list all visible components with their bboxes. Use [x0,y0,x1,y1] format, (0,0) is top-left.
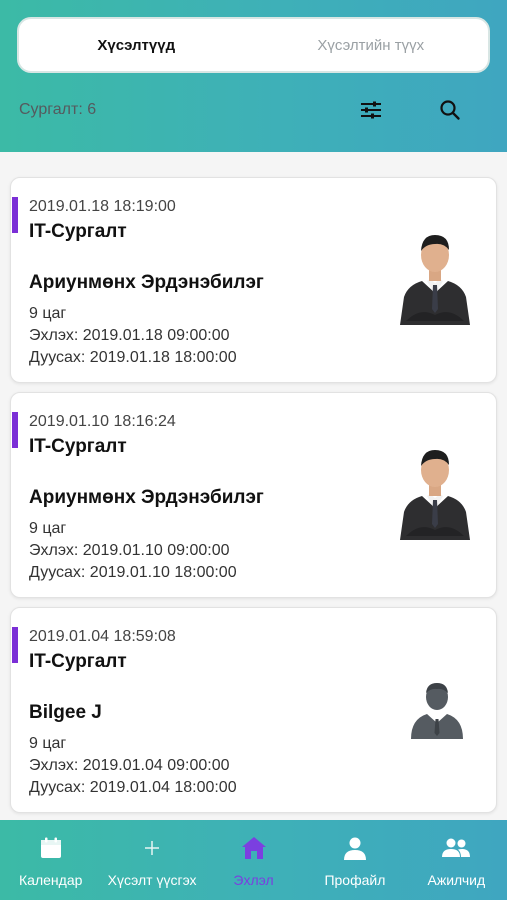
profile-icon [341,834,369,862]
tab-request-history[interactable]: Хүсэлтийн түүх [254,19,489,71]
request-title: IT-Сургалт [29,436,127,457]
request-list[interactable]: 2019.01.18 18:19:00 IT-Сургалт Ариунмөнх… [0,152,507,820]
employees-icon [442,834,471,862]
tab-requests[interactable]: Хүсэлтүүд [19,19,254,71]
avatar [396,438,474,540]
tab-calendar-label: Календар [19,872,83,888]
tab-create-request[interactable]: Хүсэлт үүсгэх [101,820,202,900]
header: Хүсэлтүүд Хүсэлтийн түүх Сургалт: 6 [0,0,507,152]
tab-employees-label: Ажилчид [427,872,486,888]
plus-icon [138,834,166,862]
request-date: 2019.01.18 18:19:00 [29,198,176,215]
bottom-tab-bar: Календар Хүсэлт үүсгэх Эхлэл Профайл Ажи… [0,820,507,900]
status-bar [12,197,18,233]
filter-icon[interactable] [357,96,385,124]
employee-name: Ариунмөнх Эрдэнэбилэг [29,487,264,508]
request-title: IT-Сургалт [29,221,127,242]
training-count: Сургалт: 6 [19,101,97,118]
status-bar [12,412,18,448]
search-icon[interactable] [436,96,464,124]
tab-home-label: Эхлэл [233,872,274,888]
request-end: Дуусах: 2019.01.04 18:00:00 [29,779,237,796]
request-date: 2019.01.04 18:59:08 [29,628,176,645]
default-avatar-icon [406,678,468,740]
request-start: Эхлэх: 2019.01.18 09:00:00 [29,327,230,344]
status-bar [12,627,18,663]
tab-home[interactable]: Эхлэл [203,820,304,900]
request-card[interactable]: 2019.01.10 18:16:24 IT-Сургалт Ариунмөнх… [10,392,497,598]
request-card[interactable]: 2019.01.04 18:59:08 IT-Сургалт Bilgee J … [10,607,497,813]
tab-create-request-label: Хүсэлт үүсгэх [107,872,197,888]
request-end: Дуусах: 2019.01.10 18:00:00 [29,564,237,581]
avatar [396,223,474,325]
employee-name: Ариунмөнх Эрдэнэбилэг [29,272,264,293]
employee-name: Bilgee J [29,702,102,723]
request-duration: 9 цаг [29,305,67,322]
tab-calendar[interactable]: Календар [0,820,101,900]
request-start: Эхлэх: 2019.01.10 09:00:00 [29,542,230,559]
request-title: IT-Сургалт [29,651,127,672]
request-start: Эхлэх: 2019.01.04 09:00:00 [29,757,230,774]
tab-profile[interactable]: Профайл [304,820,405,900]
request-card[interactable]: 2019.01.18 18:19:00 IT-Сургалт Ариунмөнх… [10,177,497,383]
segmented-control: Хүсэлтүүд Хүсэлтийн түүх [17,17,490,73]
request-duration: 9 цаг [29,735,67,752]
calendar-icon [37,834,65,862]
request-end: Дуусах: 2019.01.18 18:00:00 [29,349,237,366]
request-duration: 9 цаг [29,520,67,537]
tab-profile-label: Профайл [324,872,386,888]
tab-employees[interactable]: Ажилчид [406,820,507,900]
home-icon [240,834,268,862]
request-date: 2019.01.10 18:16:24 [29,413,176,430]
